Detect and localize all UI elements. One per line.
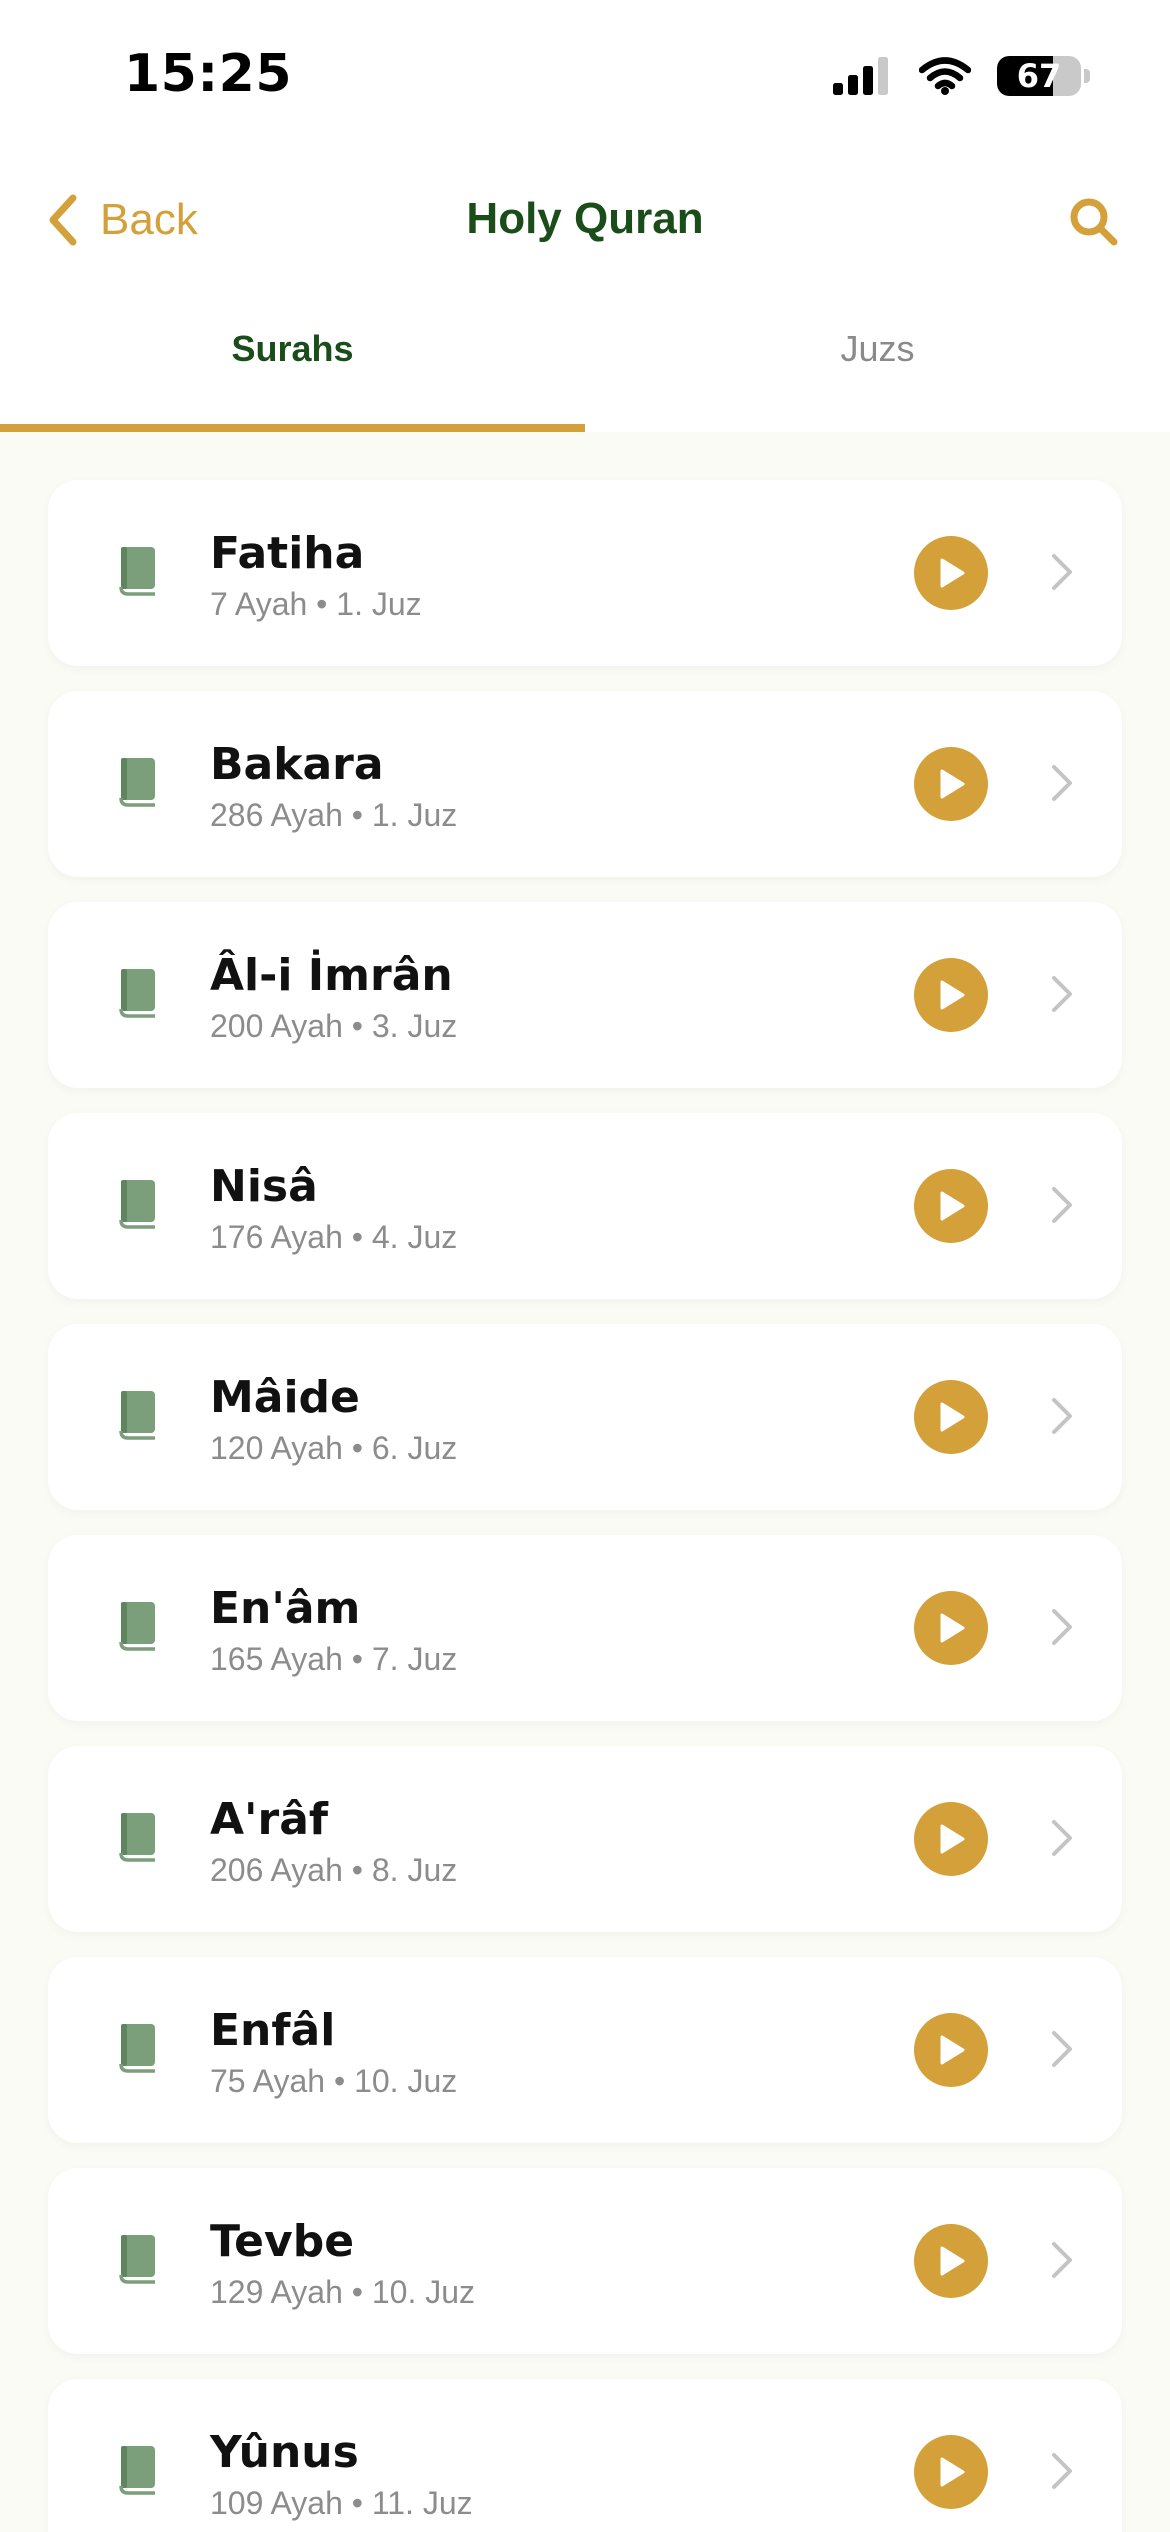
- book-icon: [119, 2446, 155, 2495]
- play-button[interactable]: [914, 1591, 988, 1665]
- surah-name: Bakara: [210, 739, 384, 790]
- chevron-right-icon: [1052, 2242, 1072, 2278]
- book-icon: [119, 1602, 155, 1651]
- surah-card[interactable]: Mâide 120 Ayah • 6. Juz: [48, 1324, 1122, 1510]
- surah-card[interactable]: Fatiha 7 Ayah • 1. Juz: [48, 480, 1122, 666]
- chevron-right-icon: [1052, 1187, 1072, 1223]
- search-button[interactable]: [1062, 190, 1126, 254]
- tab-juzs-label: Juzs: [840, 328, 915, 369]
- book-icon: [119, 1813, 155, 1862]
- status-bar: 15:25 67: [0, 0, 1170, 150]
- status-icons: 67: [833, 56, 1090, 96]
- chevron-right-icon: [1052, 976, 1072, 1012]
- surah-name: Enfâl: [210, 2005, 336, 2056]
- cellular-signal-icon: [833, 57, 888, 95]
- book-icon: [119, 758, 155, 807]
- surah-name: Nisâ: [210, 1161, 318, 1212]
- chevron-right-icon: [1052, 2453, 1072, 2489]
- wifi-icon: [919, 57, 971, 95]
- surah-card[interactable]: En'âm 165 Ayah • 7. Juz: [48, 1535, 1122, 1721]
- play-button[interactable]: [914, 958, 988, 1032]
- play-button[interactable]: [914, 2435, 988, 2509]
- battery-icon: 67: [997, 56, 1081, 96]
- play-icon: [940, 1613, 965, 1643]
- play-button[interactable]: [914, 1169, 988, 1243]
- surah-meta: 200 Ayah • 3. Juz: [210, 1008, 458, 1044]
- surah-meta: 206 Ayah • 8. Juz: [210, 1852, 458, 1888]
- play-button[interactable]: [914, 536, 988, 610]
- battery-percent: 67: [1016, 57, 1062, 95]
- surah-name: A'râf: [210, 1794, 329, 1845]
- book-icon: [119, 1180, 155, 1229]
- book-icon: [119, 2235, 155, 2284]
- surah-meta: 165 Ayah • 7. Juz: [210, 1641, 458, 1677]
- surah-meta: 286 Ayah • 1. Juz: [210, 797, 458, 833]
- surah-name: Fatiha: [210, 528, 365, 579]
- play-button[interactable]: [914, 1380, 988, 1454]
- chevron-right-icon: [1052, 1609, 1072, 1645]
- play-icon: [940, 2457, 965, 2487]
- book-icon: [119, 969, 155, 1018]
- play-icon: [940, 558, 965, 588]
- tab-active-indicator: [0, 424, 585, 432]
- chevron-right-icon: [1052, 2031, 1072, 2067]
- tab-juzs[interactable]: Juzs: [585, 290, 1170, 432]
- chevron-right-icon: [1052, 1820, 1072, 1856]
- play-button[interactable]: [914, 747, 988, 821]
- page-title: Holy Quran: [466, 194, 704, 243]
- tab-surahs[interactable]: Surahs: [0, 290, 585, 432]
- chevron-right-icon: [1052, 554, 1072, 590]
- surah-meta: 176 Ayah • 4. Juz: [210, 1219, 458, 1255]
- play-icon: [940, 1824, 965, 1854]
- surah-meta: 129 Ayah • 10. Juz: [210, 2274, 476, 2310]
- tab-surahs-label: Surahs: [231, 328, 354, 369]
- surah-card[interactable]: Bakara 286 Ayah • 1. Juz: [48, 691, 1122, 877]
- play-button[interactable]: [914, 2224, 988, 2298]
- surah-meta: 120 Ayah • 6. Juz: [210, 1430, 458, 1466]
- surah-meta: 7 Ayah • 1. Juz: [210, 586, 422, 622]
- tab-bar: Surahs Juzs: [0, 290, 1170, 432]
- play-button[interactable]: [914, 1802, 988, 1876]
- surah-card[interactable]: A'râf 206 Ayah • 8. Juz: [48, 1746, 1122, 1932]
- surah-meta: 109 Ayah • 11. Juz: [210, 2485, 473, 2521]
- status-time: 15:25: [124, 44, 293, 104]
- play-icon: [940, 769, 965, 799]
- surah-card[interactable]: Âl-i İmrân 200 Ayah • 3. Juz: [48, 902, 1122, 1088]
- surah-name: Tevbe: [210, 2216, 355, 2267]
- surah-list-area[interactable]: Fatiha 7 Ayah • 1. Juz Bakara 286 Ayah • 1.…: [0, 432, 1170, 2532]
- play-icon: [940, 980, 965, 1010]
- book-icon: [119, 2024, 155, 2073]
- surah-name: Yûnus: [210, 2427, 359, 2478]
- play-icon: [940, 1402, 965, 1432]
- search-icon: [1070, 198, 1118, 246]
- play-icon: [940, 2035, 965, 2065]
- surah-name: Mâide: [210, 1372, 360, 1423]
- book-icon: [119, 1391, 155, 1440]
- chevron-right-icon: [1052, 1398, 1072, 1434]
- book-icon: [119, 547, 155, 596]
- surah-card[interactable]: Enfâl 75 Ayah • 10. Juz: [48, 1957, 1122, 2143]
- surah-card[interactable]: Nisâ 176 Ayah • 4. Juz: [48, 1113, 1122, 1299]
- surah-card[interactable]: Yûnus 109 Ayah • 11. Juz: [48, 2379, 1122, 2532]
- surah-meta: 75 Ayah • 10. Juz: [210, 2063, 458, 2099]
- play-icon: [940, 1191, 965, 1221]
- play-icon: [940, 2246, 965, 2276]
- battery-nub: [1084, 69, 1090, 83]
- chevron-right-icon: [1052, 765, 1072, 801]
- play-button[interactable]: [914, 2013, 988, 2087]
- surah-name: Âl-i İmrân: [210, 950, 453, 1001]
- navigation-bar: Back Holy Quran: [0, 150, 1170, 280]
- surah-list: Fatiha 7 Ayah • 1. Juz Bakara 286 Ayah • 1.…: [48, 480, 1122, 2532]
- surah-name: En'âm: [210, 1583, 361, 1634]
- surah-card[interactable]: Tevbe 129 Ayah • 10. Juz: [48, 2168, 1122, 2354]
